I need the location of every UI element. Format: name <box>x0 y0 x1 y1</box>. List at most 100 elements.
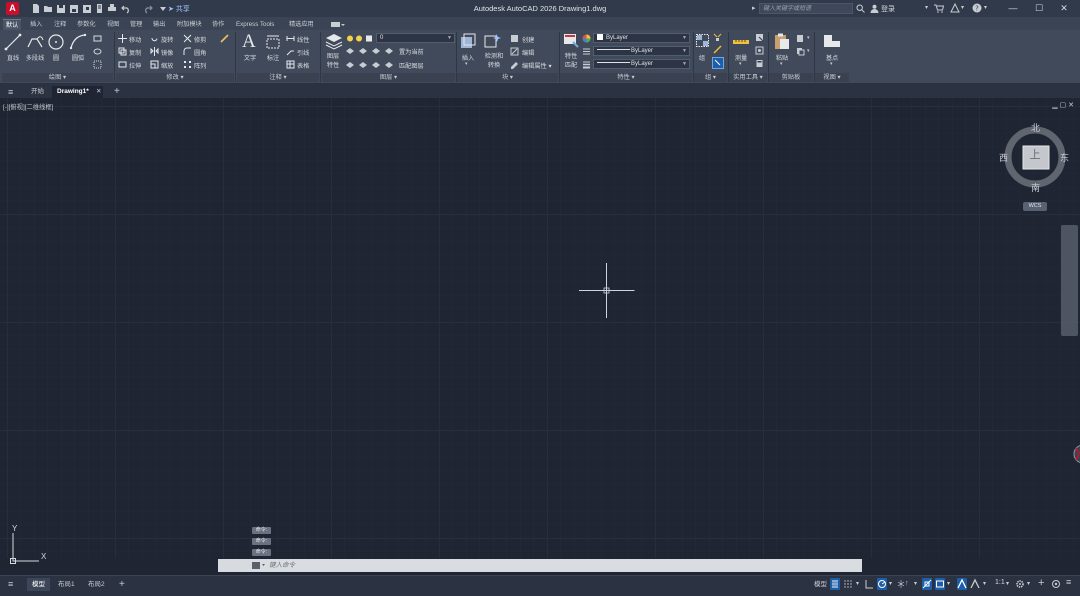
polyline-icon[interactable] <box>26 33 44 51</box>
isodraft-dropdown-icon[interactable]: ▾ <box>914 580 917 587</box>
viewport-window-controls[interactable]: ▁ ▢ ✕ <box>1052 101 1074 109</box>
group-button[interactable]: 组 <box>694 53 710 62</box>
workspace-gear-icon[interactable] <box>1015 578 1025 590</box>
circle-icon[interactable] <box>47 33 65 51</box>
annotation-panel-title[interactable]: 注释 ▾ <box>237 73 319 82</box>
lineweight-icon[interactable] <box>582 60 591 69</box>
copy-button[interactable]: 复制 <box>129 48 141 57</box>
circle-button[interactable]: 圆 <box>46 53 66 62</box>
minimize-button[interactable]: — <box>1006 2 1020 15</box>
properties-panel-title[interactable]: 特性 ▾ <box>560 73 692 82</box>
scale-icon[interactable] <box>150 60 159 69</box>
exchange-dropdown-icon[interactable]: ▾ <box>961 4 964 11</box>
help-icon[interactable]: ? <box>972 3 982 13</box>
layer-state-icons[interactable] <box>346 34 376 43</box>
viewport-controls[interactable]: [-][俯视][二维线框] <box>3 102 53 111</box>
rotate-button[interactable]: 旋转 <box>161 35 173 44</box>
tab-featured-apps[interactable]: 精选应用 <box>286 19 317 30</box>
linear-dimension-button[interactable]: 线性 <box>297 35 309 44</box>
insert-block-button[interactable]: 插入 <box>458 53 478 62</box>
arc-button[interactable]: 圆弧 <box>67 53 89 62</box>
user-icon[interactable] <box>870 4 879 13</box>
tab-insert[interactable]: 插入 <box>27 19 45 30</box>
match-layer-button[interactable]: 匹配图层 <box>399 61 424 70</box>
copy-clip-dropdown-icon[interactable]: ▾ <box>807 48 810 54</box>
layout-tab-layout2[interactable]: 布局2 <box>83 578 110 591</box>
create-block-icon[interactable] <box>510 34 519 43</box>
arc-icon[interactable] <box>69 33 87 51</box>
measure-icon[interactable] <box>733 37 749 47</box>
plot-icon[interactable] <box>107 3 117 14</box>
create-block-button[interactable]: 创建 <box>522 35 534 44</box>
layer-properties-button[interactable]: 图层 <box>323 51 343 60</box>
object-snap-tracking-icon[interactable] <box>922 578 932 590</box>
maximize-button[interactable]: ☐ <box>1032 2 1046 15</box>
annotation-visibility-icon[interactable] <box>957 578 967 590</box>
customize-status-bar-icon[interactable]: ≡ <box>1066 577 1071 587</box>
erase-icon[interactable] <box>220 34 229 43</box>
stretch-icon[interactable] <box>118 60 127 69</box>
hatch-icon[interactable] <box>93 47 102 56</box>
polyline-button[interactable]: 多段线 <box>23 53 47 62</box>
share-button[interactable]: ➤ 共享 <box>168 4 190 14</box>
annotation-scale-value[interactable]: 1:1 <box>995 579 1005 586</box>
open-folder-icon[interactable] <box>43 3 53 14</box>
table-button[interactable]: 表格 <box>297 61 309 70</box>
layout-menu-icon[interactable]: ≡ <box>3 578 18 591</box>
group-icon[interactable] <box>696 33 710 49</box>
viewcube-west[interactable]: 西 <box>999 151 1008 164</box>
linear-dimension-icon[interactable] <box>286 34 295 43</box>
layer-properties-icon[interactable] <box>325 33 343 50</box>
calculator-icon[interactable] <box>755 59 764 68</box>
stretch-button[interactable]: 拉伸 <box>129 61 141 70</box>
layer-dropdown[interactable]: 0 ▼ <box>376 33 455 43</box>
match-properties-button[interactable]: 特性 <box>561 51 581 60</box>
tab-collaborate[interactable]: 协作 <box>209 19 227 30</box>
ungroup-icon[interactable] <box>713 33 722 42</box>
exchange-icon[interactable] <box>950 3 960 13</box>
tab-addins[interactable]: 附加模块 <box>174 19 205 30</box>
wcs-menu[interactable]: WCS <box>1023 202 1047 211</box>
trim-button[interactable]: 修剪 <box>194 35 206 44</box>
annotation-scale-dropdown-icon[interactable]: ▾ <box>983 580 986 587</box>
id-point-icon[interactable] <box>755 46 764 55</box>
group-selection-icon[interactable] <box>712 57 724 69</box>
line-button[interactable]: 直线 <box>2 53 24 62</box>
trim-icon[interactable] <box>183 34 192 43</box>
viewcube-east[interactable]: 东 <box>1060 151 1069 164</box>
tab-start[interactable]: 开始 <box>26 86 49 98</box>
viewcube-north[interactable]: 北 <box>1031 121 1040 134</box>
table-icon[interactable] <box>286 60 295 69</box>
boundary-icon[interactable] <box>93 60 102 69</box>
search-input[interactable]: 键入关键字或短语 <box>759 3 853 14</box>
layer-tool-icons-row1[interactable] <box>345 46 397 55</box>
fillet-button[interactable]: 圆角 <box>194 48 206 57</box>
copy-clip-icon[interactable] <box>796 47 805 56</box>
modify-panel-title[interactable]: 修改 ▾ <box>116 73 234 82</box>
lineweight-dropdown[interactable]: ByLayer ▼ <box>593 59 690 69</box>
app-menu-button[interactable]: A <box>6 2 19 15</box>
utilities-panel-title[interactable]: 实用工具 ▾ <box>729 73 767 82</box>
close-button[interactable]: ✕ <box>1057 2 1071 15</box>
scale-dropdown-icon[interactable]: ▾ <box>1006 580 1009 587</box>
text-button[interactable]: 文字 <box>240 53 260 62</box>
mirror-button[interactable]: 镜像 <box>161 48 173 57</box>
group-edit-icon[interactable] <box>713 45 722 54</box>
viewcube-top-face[interactable]: 上 <box>1022 146 1048 162</box>
detect-convert-icon[interactable] <box>484 33 502 49</box>
fillet-icon[interactable] <box>183 47 192 56</box>
linetype-dropdown[interactable]: ByLayer ▼ <box>593 46 690 56</box>
new-file-icon[interactable] <box>31 3 41 14</box>
model-space-button[interactable]: 模型 <box>809 578 832 591</box>
add-layout-button[interactable]: + <box>114 578 130 591</box>
paste-icon[interactable] <box>774 33 790 50</box>
undo-icon[interactable] <box>121 3 131 14</box>
insert-dropdown-icon[interactable]: ▾ <box>465 61 468 67</box>
array-button[interactable]: 阵列 <box>194 61 206 70</box>
layout-tab-model[interactable]: 模型 <box>27 578 50 591</box>
tab-view[interactable]: 视图 <box>104 19 122 30</box>
workspace-dropdown-icon[interactable]: ▾ <box>1027 580 1030 587</box>
quick-select-icon[interactable] <box>755 33 764 42</box>
block-panel-title[interactable]: 块 ▾ <box>457 73 558 82</box>
layout-tab-layout1[interactable]: 布局1 <box>53 578 80 591</box>
